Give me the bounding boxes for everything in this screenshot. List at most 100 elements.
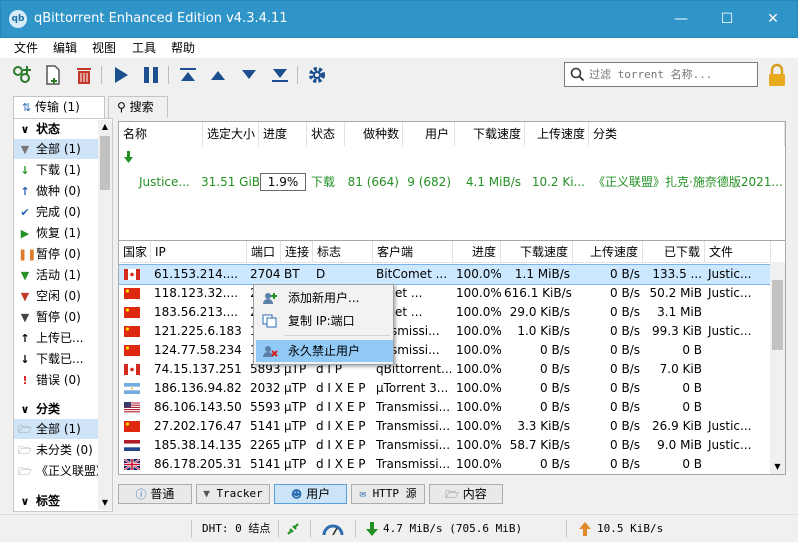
- move-down-icon[interactable]: [238, 64, 260, 86]
- category-item-justice-league[interactable]: 🗁 《正义联盟》: [14, 461, 108, 481]
- column-header[interactable]: 国家: [119, 241, 151, 263]
- column-header[interactable]: 下载速度: [455, 122, 525, 146]
- scrollbar-thumb[interactable]: [100, 136, 110, 190]
- category-section-header[interactable]: ∨ 分类: [14, 399, 100, 419]
- tab-transfers[interactable]: ⇅ 传输 (1): [13, 96, 105, 118]
- status-separator: [278, 520, 279, 538]
- peer-row[interactable]: 61.153.214.... 27049BT D BitComet ... 100.0%…: [119, 264, 772, 285]
- sidebar-item-downloading[interactable]: ↓ 下载 (1): [14, 160, 100, 180]
- peer-row[interactable]: 124.77.58.23416ansmissi...100.0%0 B/s0 B…: [119, 341, 771, 360]
- sidebar-item-resumed[interactable]: ▶ 恢复 (1): [14, 223, 100, 243]
- peers-tab-button[interactable]: ☻ 用户: [274, 484, 347, 504]
- sidebar-item-stalled-downloading[interactable]: ↓ 下载已...: [14, 349, 100, 369]
- sidebar-item-paused[interactable]: ❚❚暂停 (0): [14, 244, 100, 264]
- sidebar-item-active[interactable]: ▼ 活动 (1): [14, 265, 100, 285]
- column-header[interactable]: 标志: [313, 241, 373, 263]
- info-icon: ⓘ: [135, 488, 147, 501]
- peer-row[interactable]: 183.56.213....24omet ...100.0%29.0 KiB/s…: [119, 303, 771, 322]
- add-peer-menu-item[interactable]: 添加新用户...: [256, 287, 393, 309]
- menu-file[interactable]: 文件: [14, 40, 38, 56]
- sidebar-item-label: 全部 (1): [36, 142, 81, 156]
- gear-icon[interactable]: [306, 64, 328, 86]
- column-header[interactable]: 上传速度: [525, 122, 589, 146]
- tracker-tab-button[interactable]: ▼ Tracker: [196, 484, 270, 504]
- lock-icon[interactable]: [766, 63, 788, 87]
- status-section-header[interactable]: ∨ 状态: [14, 119, 100, 139]
- category-item-all[interactable]: 🗁 全部 (1): [14, 419, 100, 439]
- column-header[interactable]: 用户: [403, 122, 455, 146]
- peer-row[interactable]: 185.38.14.135 22659μTP d I X E P Transmissi…: [119, 436, 771, 455]
- column-header[interactable]: 做种数: [345, 122, 403, 146]
- minimize-button[interactable]: —: [658, 0, 704, 38]
- category-item-uncategorized[interactable]: 🗁 未分类 (0): [14, 440, 100, 460]
- sidebar-item-all[interactable]: ▼ 全部 (1): [14, 139, 100, 159]
- column-header[interactable]: 名称: [119, 122, 203, 146]
- column-header[interactable]: 文件: [705, 241, 771, 263]
- download-arrow-icon: [124, 151, 133, 163]
- scrollbar-thumb[interactable]: [772, 280, 783, 350]
- table-row[interactable]: Justice... 31.51 GiB 1.9% 下载 81 (664) 9 …: [119, 146, 785, 191]
- column-header[interactable]: 状态: [307, 122, 345, 146]
- sidebar-item-completed[interactable]: ✔ 完成 (0): [14, 202, 100, 222]
- peer-ul-cell: 0 B/s: [610, 438, 640, 452]
- column-header[interactable]: 进度: [453, 241, 501, 263]
- move-up-icon[interactable]: [207, 64, 229, 86]
- scroll-up-icon[interactable]: ▲: [98, 120, 112, 134]
- menu-tools[interactable]: 工具: [132, 40, 156, 56]
- menu-view[interactable]: 视图: [92, 40, 116, 56]
- sidebar-item-stalled[interactable]: ▼ 暂停 (0): [14, 307, 100, 327]
- peer-port-cell: 55939: [250, 400, 281, 414]
- column-header[interactable]: 选定大小: [203, 122, 259, 146]
- peer-ul-cell: 0 B/s: [610, 267, 640, 281]
- ban-peer-menu-item[interactable]: 永久禁止用户: [256, 340, 393, 362]
- column-header[interactable]: 已下载: [643, 241, 705, 263]
- sidebar-item-seeding[interactable]: ↑ 做种 (0): [14, 181, 100, 201]
- column-header[interactable]: 上传速度: [573, 241, 643, 263]
- peer-row[interactable]: 118.123.32....22omet ...100.0%616.1 KiB/…: [119, 284, 771, 303]
- add-torrent-link-icon[interactable]: [11, 64, 33, 86]
- tab-search[interactable]: ⚲ 搜索: [108, 96, 168, 118]
- column-header[interactable]: 连接: [281, 241, 313, 263]
- add-torrent-file-icon[interactable]: [42, 64, 64, 86]
- menu-help[interactable]: 帮助: [171, 40, 195, 56]
- column-header[interactable]: 客户端: [373, 241, 453, 263]
- move-bottom-icon[interactable]: [269, 64, 291, 86]
- general-tab-button[interactable]: ⓘ 普通: [118, 484, 192, 504]
- speed-limit-icon[interactable]: [322, 522, 344, 536]
- resume-icon[interactable]: [110, 64, 132, 86]
- http-sources-tab-button[interactable]: ✉ HTTP 源: [351, 484, 425, 504]
- column-header[interactable]: 下载速度: [501, 241, 573, 263]
- peer-row[interactable]: 121.225.6.18316ansmissi...100.0%1.0 KiB/…: [119, 322, 771, 341]
- close-button[interactable]: ✕: [750, 0, 796, 38]
- peer-row[interactable]: 74.15.137.25158936μTPd I PqBittorrent...…: [119, 360, 771, 379]
- scroll-down-icon[interactable]: ▼: [770, 460, 785, 474]
- peer-row[interactable]: 186.136.94.82 20327μTP d I X E P μTorrent 3…: [119, 379, 771, 398]
- sidebar-item-inactive[interactable]: ▼ 空闲 (0): [14, 286, 100, 306]
- column-header[interactable]: 端口: [247, 241, 281, 263]
- peer-row[interactable]: 27.202.176.47 51413μTP d I X E P Transmissi…: [119, 417, 771, 436]
- maximize-button[interactable]: ☐: [704, 0, 750, 38]
- search-input[interactable]: [589, 65, 755, 84]
- peer-flags-cell: d I X E P: [316, 400, 366, 414]
- delete-icon[interactable]: [73, 64, 95, 86]
- menu-edit[interactable]: 编辑: [53, 40, 77, 56]
- scroll-down-icon[interactable]: ▼: [98, 496, 112, 510]
- pause-icon[interactable]: [140, 64, 162, 86]
- peer-row[interactable]: 86.106.143.50 55939μTP d I X E P Transmissi…: [119, 398, 771, 417]
- tags-section-header[interactable]: ∨ 标签: [14, 491, 100, 511]
- sidebar-scrollbar[interactable]: ▲ ▼: [98, 120, 112, 510]
- category-item-label: 全部 (1): [36, 422, 81, 436]
- peer-row[interactable]: 86.178.205.31 51413μTP d I X E P Transmissi…: [119, 455, 771, 474]
- copy-ip-port-menu-item[interactable]: 复制 IP:端口: [256, 310, 393, 332]
- column-header[interactable]: 分类: [589, 122, 785, 146]
- connection-status-icon[interactable]: [285, 521, 301, 537]
- content-tab-button[interactable]: 🗁 内容: [429, 484, 503, 504]
- peer-list-scrollbar[interactable]: ▼: [770, 262, 785, 474]
- search-box[interactable]: [564, 62, 758, 87]
- move-top-icon[interactable]: [177, 64, 199, 86]
- peer-ip-cell: 61.153.214....: [154, 267, 238, 281]
- sidebar-item-errored[interactable]: ! 错误 (0): [14, 370, 100, 390]
- column-header[interactable]: 进度: [259, 122, 307, 146]
- sidebar-item-stalled-uploading[interactable]: ↑ 上传已...: [14, 328, 100, 348]
- column-header[interactable]: IP: [151, 241, 247, 263]
